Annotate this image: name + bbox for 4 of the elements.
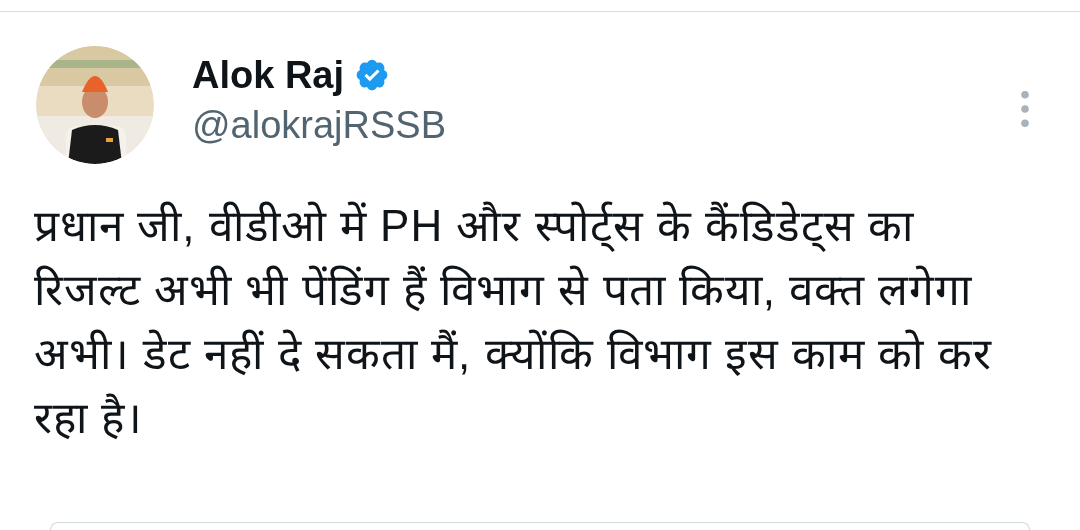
tweet-text: प्रधान जी, वीडीओ में PH और स्पोर्ट्स के कैंडिडेट्स का रिजल्ट अभी भी पेंडिंग हैं विभाग से पता किया, वक्त लगेगा अभी। डेट नहीं दे सकता मैं, क्योंकि विभाग इस काम को कर रहा है। bbox=[33, 200, 993, 444]
author-name[interactable]: Alok Raj bbox=[192, 52, 345, 98]
author-handle[interactable]: @alokrajRSSB bbox=[192, 102, 1020, 148]
more-options-icon[interactable] bbox=[1020, 90, 1030, 128]
